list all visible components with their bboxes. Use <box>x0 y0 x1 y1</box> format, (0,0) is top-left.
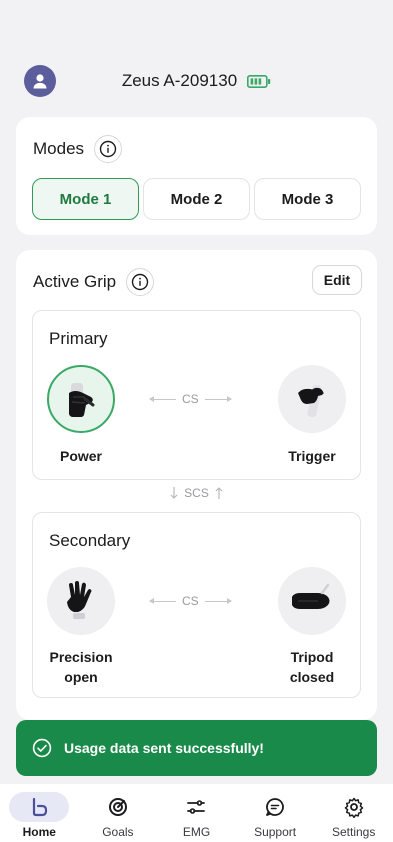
secondary-label: Secondary <box>49 531 131 550</box>
active-grip-title: Active Grip <box>33 272 117 291</box>
power-grip-button[interactable] <box>47 365 115 433</box>
arrow-left-icon <box>149 395 176 402</box>
tab-support-label: Support <box>254 825 297 839</box>
secondary-connector-label: CS <box>182 594 199 608</box>
modes-title: Modes <box>33 139 85 158</box>
tab-support[interactable]: Support <box>240 792 310 839</box>
support-icon <box>266 798 284 816</box>
tab-home[interactable]: Home <box>4 792 74 839</box>
arrow-right-icon <box>204 597 232 604</box>
arrow-left-icon <box>149 597 176 604</box>
goals-icon <box>108 798 127 816</box>
secondary-grip-box: Secondary Precision open CS Tripod close… <box>32 512 361 698</box>
info-icon <box>99 140 117 158</box>
user-icon <box>33 74 47 89</box>
active-grip-heading: Active Grip <box>33 268 155 296</box>
avatar[interactable] <box>24 65 56 97</box>
tripod-closed-label-line1: Tripod <box>290 649 334 665</box>
emg-icon <box>187 800 206 814</box>
scs-label: SCS <box>184 486 209 500</box>
device-title: Zeus A-209130 <box>56 71 369 91</box>
toast-message: Usage data sent successfully! <box>64 740 264 756</box>
tripod-closed-hand-icon <box>292 583 330 609</box>
arrow-down-icon <box>170 487 178 499</box>
precision-open-label-line2: open <box>64 669 98 685</box>
check-circle-icon <box>32 738 52 758</box>
modes-info-button[interactable] <box>94 135 123 163</box>
precision-open-label-line1: Precision <box>49 649 113 665</box>
primary-grip-box: Primary Power CS Trigger <box>32 310 361 480</box>
modes-card: Modes Mode 1 Mode 2 Mode 3 <box>16 117 377 235</box>
home-icon <box>33 797 48 817</box>
tripod-closed-label-line2: closed <box>289 669 335 685</box>
trigger-grip-hand-icon <box>298 385 324 418</box>
trigger-grip-button[interactable] <box>278 365 346 433</box>
scs-switch-indicator: SCS <box>16 486 377 500</box>
tripod-closed-label: Tripod closed <box>268 647 356 687</box>
gear-icon <box>344 797 363 818</box>
active-grip-card: Active Grip Edit Primary Power CS Trigge… <box>16 250 377 720</box>
tab-emg-icon-wrap <box>166 792 226 822</box>
tab-home-icon-wrap <box>9 792 70 822</box>
tab-goals-icon-wrap <box>88 792 148 822</box>
tab-settings[interactable]: Settings <box>319 792 389 839</box>
bottom-tab-bar: Home Goals EMG Support Settings <box>0 784 393 842</box>
modes-heading: Modes <box>33 135 123 163</box>
tripod-closed-grip-button[interactable] <box>278 567 346 635</box>
tab-settings-label: Settings <box>331 825 376 839</box>
active-grip-info-button[interactable] <box>126 268 155 296</box>
precision-open-label: Precision open <box>37 647 125 687</box>
mode-3-button[interactable]: Mode 3 <box>254 178 361 220</box>
precision-open-hand-icon <box>67 581 92 619</box>
mode-selector: Mode 1 Mode 2 Mode 3 <box>32 178 361 220</box>
tab-support-icon-wrap <box>245 792 305 822</box>
primary-label: Primary <box>49 329 108 348</box>
primary-connector-label: CS <box>182 392 199 406</box>
tab-goals-label: Goals <box>102 825 134 839</box>
tab-emg-label: EMG <box>182 825 211 839</box>
power-grip-label: Power <box>59 448 102 464</box>
tab-settings-icon-wrap <box>324 792 384 822</box>
primary-cs-connector: CS <box>149 392 232 406</box>
arrow-right-icon <box>204 395 232 402</box>
trigger-grip-label: Trigger <box>288 448 336 464</box>
info-icon <box>131 273 149 291</box>
mode-1-button[interactable]: Mode 1 <box>32 178 139 220</box>
tab-goals[interactable]: Goals <box>83 792 153 839</box>
success-toast[interactable]: Usage data sent successfully! <box>16 720 377 776</box>
header: Zeus A-209130 <box>24 64 369 98</box>
edit-grip-button[interactable]: Edit <box>312 265 362 295</box>
device-name: Zeus A-209130 <box>121 71 238 90</box>
power-grip-hand-icon <box>69 383 95 417</box>
precision-open-grip-button[interactable] <box>47 567 115 635</box>
battery-icon <box>247 74 271 88</box>
secondary-cs-connector: CS <box>149 594 232 608</box>
tab-emg[interactable]: EMG <box>161 792 231 839</box>
arrow-up-icon <box>215 487 223 499</box>
tab-home-label: Home <box>22 825 56 839</box>
mode-2-button[interactable]: Mode 2 <box>143 178 250 220</box>
